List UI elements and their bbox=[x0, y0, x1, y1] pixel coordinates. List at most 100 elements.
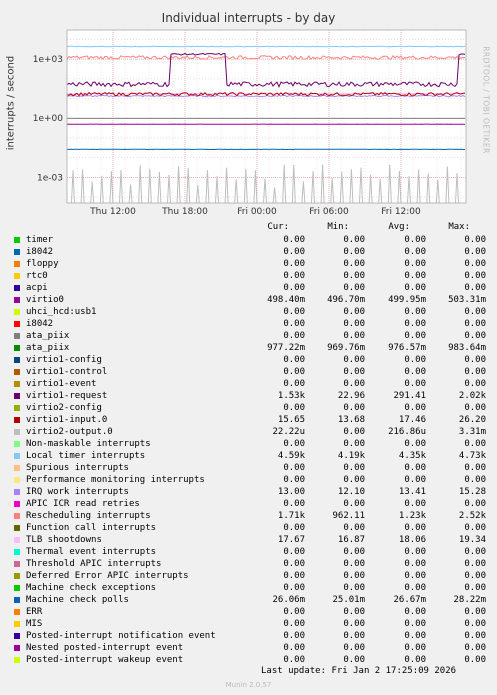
legend-row: Deferred Error APIC interrupts 0.00 0.00 0.… bbox=[0, 570, 497, 582]
legend-row: i8042 0.00 0.00 0.00 0.00 bbox=[0, 246, 497, 258]
legend-series-name: Machine check polls bbox=[26, 595, 129, 605]
legend-value-max: 0.00 bbox=[464, 499, 486, 509]
legend-swatch bbox=[14, 369, 20, 375]
legend-row: uhci_hcd:usb1 0.00 0.00 0.00 0.00 bbox=[0, 306, 497, 318]
legend-series-name: ERR bbox=[26, 607, 43, 617]
legend-row: IRQ work interrupts 13.00 12.10 13.41 15.28 bbox=[0, 486, 497, 498]
legend-value-max: 0.00 bbox=[464, 583, 486, 593]
legend-series-name: acpi bbox=[26, 283, 48, 293]
legend-series-name: i8042 bbox=[26, 319, 54, 329]
legend-row: ERR 0.00 0.00 0.00 0.00 bbox=[0, 606, 497, 618]
legend-value-max: 0.00 bbox=[464, 247, 486, 257]
y-tick-label: 1e-03 bbox=[37, 173, 63, 183]
legend-row: virtio1-config 0.00 0.00 0.00 0.00 bbox=[0, 354, 497, 366]
legend-header-min: Min: bbox=[327, 222, 349, 232]
legend-swatch bbox=[14, 297, 20, 303]
legend-swatch bbox=[14, 633, 20, 639]
legend-value-max: 2.02k bbox=[458, 391, 486, 401]
legend-value-max: 0.00 bbox=[464, 547, 486, 557]
legend-value-max: 0.00 bbox=[464, 355, 486, 365]
legend-value-max: 28.22m bbox=[453, 595, 486, 605]
legend-value-min: 0.00 bbox=[343, 619, 365, 629]
legend-series-name: timer bbox=[26, 235, 54, 245]
legend-swatch bbox=[14, 333, 20, 339]
legend-value-min: 0.00 bbox=[343, 655, 365, 665]
legend-row: acpi 0.00 0.00 0.00 0.00 bbox=[0, 282, 497, 294]
legend-row: TLB shootdowns 17.67 16.87 18.06 19.34 bbox=[0, 534, 497, 546]
legend-swatch bbox=[14, 537, 20, 543]
legend-series-name: Nested posted-interrupt event bbox=[26, 643, 184, 653]
legend-row: virtio1-request 1.53k 22.96 291.41 2.02k bbox=[0, 390, 497, 402]
legend-series-name: Spurious interrupts bbox=[26, 463, 129, 473]
legend-swatch bbox=[14, 585, 20, 591]
legend-series-name: Thermal event interrupts bbox=[26, 547, 157, 557]
munin-version: Munin 2.0.57 bbox=[225, 681, 272, 689]
legend-series-name: Posted-interrupt notification event bbox=[26, 631, 216, 641]
legend-row: MIS 0.00 0.00 0.00 0.00 bbox=[0, 618, 497, 630]
legend-value-min: 0.00 bbox=[343, 259, 365, 269]
x-tick-label: Fri 00:00 bbox=[237, 207, 277, 217]
legend-series-name: uhci_hcd:usb1 bbox=[26, 307, 97, 317]
legend-series-name: virtio1-config bbox=[26, 355, 102, 365]
legend-value-min: 0.00 bbox=[343, 307, 365, 317]
legend-value-max: 4.73k bbox=[458, 451, 486, 461]
legend-series-name: APIC ICR read retries bbox=[26, 499, 140, 509]
legend-value-min: 0.00 bbox=[343, 499, 365, 509]
legend-value-max: 2.52k bbox=[458, 511, 486, 521]
legend-row: APIC ICR read retries 0.00 0.00 0.00 0.00 bbox=[0, 498, 497, 510]
legend-series-name: rtc0 bbox=[26, 271, 48, 281]
legend-row: Posted-interrupt wakeup event 0.00 0.00 0.0… bbox=[0, 654, 497, 666]
legend-value-max: 0.00 bbox=[464, 463, 486, 473]
legend-series-name: virtio2-output.0 bbox=[26, 427, 113, 437]
legend-row: Performance monitoring interrupts 0.00 0.0… bbox=[0, 474, 497, 486]
legend-series-name: floppy bbox=[26, 259, 59, 269]
legend-header-max: Max: bbox=[448, 222, 470, 232]
legend-series-name: Deferred Error APIC interrupts bbox=[26, 571, 189, 581]
legend-swatch bbox=[14, 465, 20, 471]
legend-series-name: virtio1-input.0 bbox=[26, 415, 108, 425]
legend-swatch bbox=[14, 309, 20, 315]
legend-value-max: 0.00 bbox=[464, 655, 486, 665]
x-tick-label: Fri 12:00 bbox=[381, 207, 421, 217]
x-tick-label: Thu 18:00 bbox=[161, 207, 208, 217]
legend-row: virtio1-control 0.00 0.00 0.00 0.00 bbox=[0, 366, 497, 378]
legend-row: rtc0 0.00 0.00 0.00 0.00 bbox=[0, 270, 497, 282]
legend-header-cur: Cur: bbox=[267, 222, 289, 232]
legend-row: Non-maskable interrupts 0.00 0.00 0.00 0.00 bbox=[0, 438, 497, 450]
legend-value-max: 0.00 bbox=[464, 475, 486, 485]
legend-row: timer 0.00 0.00 0.00 0.00 bbox=[0, 234, 497, 246]
legend-swatch bbox=[14, 393, 20, 399]
x-tick-label: Fri 06:00 bbox=[309, 207, 349, 217]
legend-value-max: 0.00 bbox=[464, 571, 486, 581]
legend-series-name: Performance monitoring interrupts bbox=[26, 475, 205, 485]
legend-value-min: 0.00 bbox=[343, 247, 365, 257]
legend-value-min: 962.11 bbox=[332, 511, 365, 521]
legend-value-min: 0.00 bbox=[343, 643, 365, 653]
legend-swatch bbox=[14, 609, 20, 615]
legend-swatch bbox=[14, 477, 20, 483]
legend-value-max: 0.00 bbox=[464, 559, 486, 569]
legend-value-min: 13.68 bbox=[337, 415, 365, 425]
legend-swatch bbox=[14, 513, 20, 519]
legend-value-min: 0.00 bbox=[343, 367, 365, 377]
legend-row: Machine check polls 26.06m 25.01m 26.67m 28.… bbox=[0, 594, 497, 606]
legend-value-min: 0.00 bbox=[343, 403, 365, 413]
legend-row: ata_piix 977.22m 969.76m 976.57m 983.64m bbox=[0, 342, 497, 354]
legend-row: Function call interrupts 0.00 0.00 0.00 0.00 bbox=[0, 522, 497, 534]
legend-value-min: 0.00 bbox=[343, 631, 365, 641]
legend-series-name: virtio1-event bbox=[26, 379, 97, 389]
legend-row: virtio2-config 0.00 0.00 0.00 0.00 bbox=[0, 402, 497, 414]
legend-value-min: 25.01m bbox=[332, 595, 365, 605]
legend-series-name: ata_piix bbox=[26, 331, 70, 341]
legend-row: Spurious interrupts 0.00 0.00 0.00 0.00 bbox=[0, 462, 497, 474]
legend-row: floppy 0.00 0.00 0.00 0.00 bbox=[0, 258, 497, 270]
legend-value-max: 0.00 bbox=[464, 235, 486, 245]
legend-value-max: 19.34 bbox=[458, 535, 486, 545]
legend-swatch bbox=[14, 573, 20, 579]
legend-value-max: 0.00 bbox=[464, 607, 486, 617]
legend-series-name: Rescheduling interrupts bbox=[26, 511, 151, 521]
legend-swatch bbox=[14, 657, 20, 663]
legend-swatch bbox=[14, 645, 20, 651]
legend-swatch bbox=[14, 441, 20, 447]
legend-value-max: 0.00 bbox=[464, 283, 486, 293]
